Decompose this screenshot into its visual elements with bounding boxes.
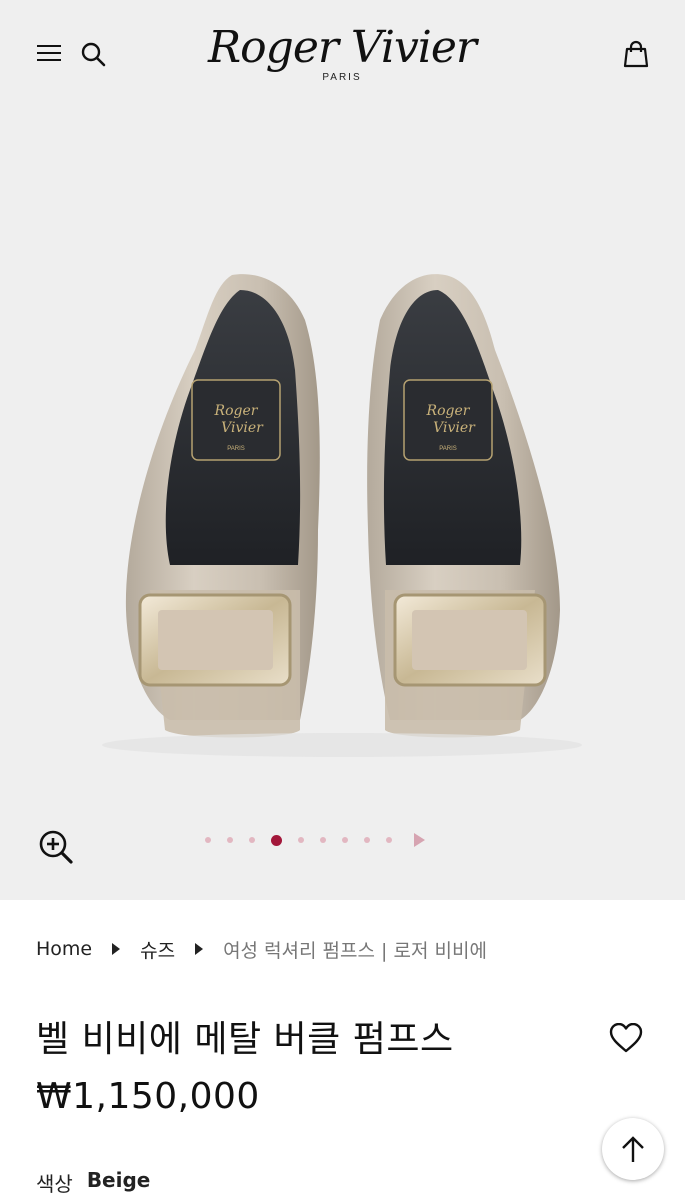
site-header: Roger Vivier PARIS <box>0 0 685 110</box>
svg-text:PARIS: PARIS <box>439 446 457 452</box>
heart-icon <box>609 1023 643 1053</box>
breadcrumb-current: 여성 럭셔리 펌프스 | 로저 비비에 <box>223 939 487 962</box>
breadcrumb-separator-icon <box>195 943 204 955</box>
gallery-dot[interactable] <box>205 837 211 843</box>
hamburger-menu-icon <box>37 45 61 61</box>
product-image[interactable]: Roger Vivier PARIS Roger Vivier PARIS <box>0 110 685 900</box>
color-label: 색상 <box>36 1172 73 1196</box>
breadcrumb-separator-icon <box>112 943 121 955</box>
svg-text:Vivier: Vivier <box>433 420 476 436</box>
product-title: 벨 비비에 메탈 버클 펌프스 <box>36 1019 454 1060</box>
svg-text:Roger: Roger <box>214 403 259 419</box>
breadcrumb-shoes[interactable]: 슈즈 <box>140 936 175 963</box>
color-selector: 색상 Beige <box>36 1168 150 1197</box>
search-button[interactable] <box>76 38 110 70</box>
arrow-up-icon <box>622 1136 644 1162</box>
shopping-bag-icon <box>623 40 649 68</box>
svg-text:Roger: Roger <box>426 403 471 419</box>
gallery-dot-active[interactable] <box>271 834 282 846</box>
gallery-dot[interactable] <box>227 837 233 843</box>
color-value: Beige <box>86 1168 151 1192</box>
breadcrumb: Home 슈즈 여성 럭셔리 펌프스 | 로저 비비에 <box>36 934 487 964</box>
gallery-dot[interactable] <box>386 837 392 843</box>
scroll-to-top-button[interactable] <box>602 1118 664 1180</box>
wishlist-button[interactable] <box>606 1018 646 1058</box>
breadcrumb-home[interactable]: Home <box>36 938 92 960</box>
product-price: ₩1,150,000 <box>36 1076 260 1117</box>
brand-logo[interactable]: Roger Vivier PARIS <box>192 18 492 100</box>
triangle-right-icon[interactable] <box>414 833 425 847</box>
svg-text:Vivier: Vivier <box>221 420 264 436</box>
gallery-dot[interactable] <box>364 837 370 843</box>
logo-wordmark: Roger Vivier <box>208 22 477 73</box>
svg-text:PARIS: PARIS <box>227 446 245 452</box>
left-shoe: Roger Vivier PARIS <box>125 274 320 738</box>
gallery-dot[interactable] <box>342 837 348 843</box>
product-gallery[interactable]: Roger Vivier PARIS Roger Vivier PARIS <box>0 110 685 900</box>
zoom-in-icon <box>39 830 73 864</box>
gallery-dot[interactable] <box>249 837 255 843</box>
search-icon <box>81 42 106 67</box>
gallery-pagination <box>205 830 425 850</box>
gallery-dot[interactable] <box>320 837 326 843</box>
menu-button[interactable] <box>32 38 66 68</box>
zoom-button[interactable] <box>34 825 78 869</box>
gallery-dot[interactable] <box>298 837 304 843</box>
cart-button[interactable] <box>618 36 654 72</box>
right-shoe: Roger Vivier PARIS <box>367 274 560 738</box>
